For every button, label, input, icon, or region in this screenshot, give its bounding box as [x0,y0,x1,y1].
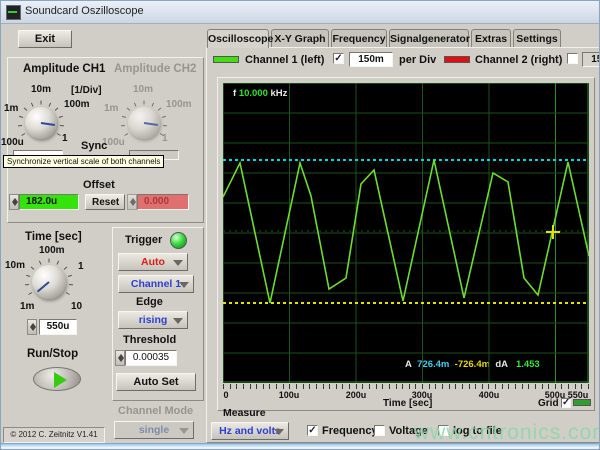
chevron-down-icon [173,260,183,266]
x-tick-400u: 400u [474,390,504,400]
trigger-led [170,232,187,249]
offset-ch1-value[interactable]: 182.0u [19,194,79,210]
x-axis-title: Time [sec] [383,398,432,409]
x-tick-200u: 200u [341,390,371,400]
chevron-down-icon [179,428,189,434]
app-icon [6,5,21,20]
title-bar[interactable]: Soundcard Oszilloscope [1,1,599,24]
measure-label: Measure [223,407,266,419]
channel2-per-div-value[interactable]: 150m [582,52,600,67]
tab-xy-graph[interactable]: X-Y Graph [271,29,329,47]
trigger-source-dropdown[interactable]: Channel 1 [118,275,194,293]
offset-ch1-spinner[interactable] [9,194,19,210]
grid-color-swatch [573,399,591,406]
time-scale-1: 1 [78,261,84,272]
grid-checkbox[interactable]: ✓ [561,398,571,408]
tab-settings[interactable]: Settings [513,29,561,47]
channel2-color-swatch [444,56,470,63]
channel-mode-label: Channel Mode [118,405,193,417]
threshold-value[interactable]: 0.00035 [125,350,177,366]
channel2-checkbox[interactable] [567,53,578,64]
ch1-scale-1m: 1m [4,103,18,114]
sync-tooltip: Synchronize vertical scale of both chann… [3,155,164,168]
measure-mode-dropdown[interactable]: Hz and volts [211,422,289,440]
offset-label: Offset [83,179,115,191]
time-scale-100m: 100m [39,245,65,256]
amplitude-ch2-label: Amplitude CH2 [114,63,196,75]
time-knob-needle [37,281,50,292]
time-scale-10m: 10m [5,260,25,271]
x-tick-100u: 100u [274,390,304,400]
frequency-checkbox[interactable]: ✓ [307,425,318,436]
time-scale-10: 10 [71,301,82,312]
chevron-down-icon [274,429,284,435]
frequency-label: Frequency [322,425,378,437]
trigger-edge-value: rising [139,314,168,326]
trigger-mode-dropdown[interactable]: Auto [118,253,188,271]
amplitude-ch1-knob[interactable] [25,107,57,139]
time-knob[interactable] [32,265,66,299]
trigger-source-value: Channel 1 [131,278,181,290]
channel2-label: Channel 2 (right) [475,54,562,66]
tab-signalgenerator[interactable]: Signalgenerator [389,29,469,47]
channel1-color-swatch [213,56,239,63]
ch2-scale-1m: 1m [104,103,118,114]
channel1-per-div-value[interactable]: 150m [349,52,393,67]
chevron-down-icon [173,318,183,324]
ch2-scale-10m: 10m [133,84,153,95]
tab-extras[interactable]: Extras [471,29,511,47]
trigger-label: Trigger [125,234,162,246]
threshold-spinner[interactable] [115,350,125,366]
oscilloscope-display[interactable]: f 10.000 kHz A 726.4m -726.4m dA 1.453 [223,83,589,383]
trigger-edge-dropdown[interactable]: rising [118,311,188,329]
offset-ch2-spinner [127,194,137,210]
run-stop-label: Run/Stop [27,348,78,360]
ch1-scale-100m: 100m [64,99,90,110]
time-label: Time [sec] [25,231,82,243]
ch1-scale-1: 1 [62,133,68,144]
tab-frequency[interactable]: Frequency [331,29,387,47]
amplitude-unit-label: [1/Div] [71,85,102,96]
threshold-label: Threshold [123,334,176,346]
ch1-scale-10m: 10m [31,84,51,95]
channel-mode-value: single [139,424,169,436]
ch2-scale-100m: 100m [166,99,192,110]
play-icon [54,372,67,388]
amplitude-ch1-label: Amplitude CH1 [23,63,105,75]
offset-reset-button[interactable]: Reset [85,194,125,210]
time-spinner[interactable] [27,319,37,335]
trigger-mode-value: Auto [141,256,165,268]
sync-label: Sync [81,140,107,152]
time-scale-1m: 1m [20,301,34,312]
channel1-checkbox[interactable]: ✓ [333,53,344,64]
ch2-knob-needle [144,122,158,126]
auto-set-button[interactable]: Auto Set [116,373,196,391]
chevron-down-icon [179,282,189,288]
app-window: Soundcard Oszilloscope Exit Amplitude CH… [0,0,600,450]
time-value[interactable]: 550u [39,319,77,335]
watermark-text: www.cntronics.com [414,421,600,445]
exit-button[interactable]: Exit [18,30,72,48]
amplitude-ch2-knob[interactable] [128,107,160,139]
window-title: Soundcard Oszilloscope [25,5,144,17]
tab-oscilloscope[interactable]: Oscilloscope [207,29,269,48]
ch1-knob-needle [41,122,55,126]
ch1-scale-100u: 100u [1,137,24,148]
channel1-per-div-label: per Div [399,54,436,66]
run-stop-button[interactable] [33,367,81,391]
x-tick-0: 0 [211,390,241,400]
offset-ch2-value: 0.000 [137,194,189,210]
channel1-label: Channel 1 (left) [245,54,324,66]
measure-mode-value: Hz and volts [219,425,281,437]
grid-label: Grid [538,398,559,409]
voltage-checkbox[interactable] [374,425,385,436]
channel-mode-dropdown: single [114,421,194,439]
copyright-text: © 2012 C. Zeitnitz V1.41 [3,427,105,443]
edge-label: Edge [136,296,163,308]
